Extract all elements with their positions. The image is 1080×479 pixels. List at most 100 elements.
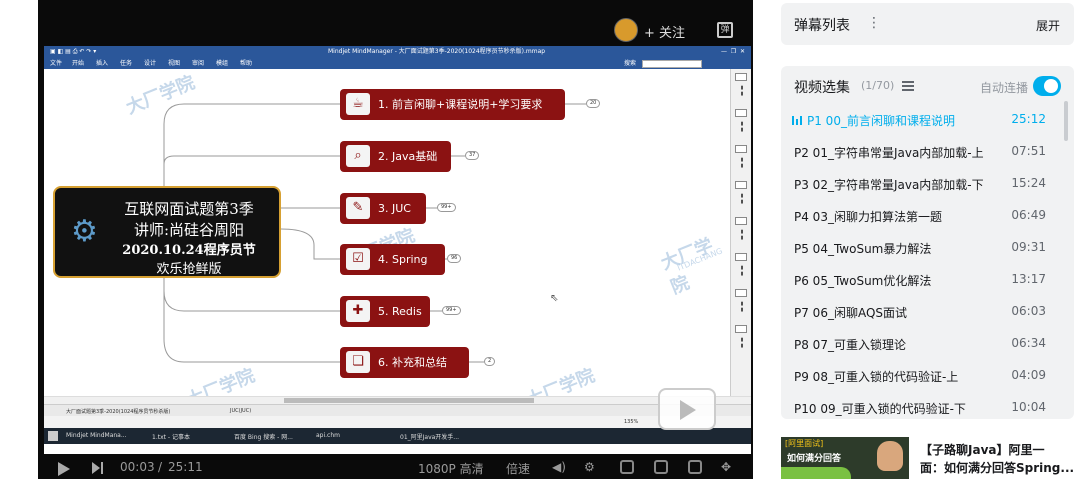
- episode-item[interactable]: P9 08_可重入锁的代码验证-上 04:09: [781, 359, 1074, 391]
- gears-icon: ⚙: [71, 214, 98, 249]
- follow-button[interactable]: + 关注: [644, 22, 685, 41]
- panel-tab-icon: ▮▮: [739, 121, 745, 133]
- episode-item[interactable]: P1 00_前言闲聊和课程说明 25:12: [781, 103, 1074, 135]
- episode-name: P6 05_TwoSum优化解法: [794, 274, 932, 288]
- danmaku-settings-icon[interactable]: 弹: [717, 22, 733, 38]
- mouse-cursor-icon: ⇖: [550, 293, 559, 304]
- settings-gear-icon[interactable]: ⚙: [584, 460, 595, 474]
- document-tab: 大厂面试题第3季-2020(1024程序员节秒杀版): [66, 409, 171, 415]
- autoplay-toggle[interactable]: [1033, 76, 1061, 96]
- danmaku-list-panel[interactable]: 弹幕列表 ⋮ 展开: [781, 3, 1074, 45]
- volume-icon[interactable]: ◀): [552, 460, 566, 474]
- panel-tab-icon: ▮▮: [739, 337, 745, 349]
- episode-item[interactable]: P8 07_可重入锁理论 06:34: [781, 327, 1074, 359]
- topic-label: 6. 补充和总结: [378, 356, 447, 369]
- topic-count-badge: 37: [465, 151, 480, 160]
- taskbar-item: 01_阿里Java开发手...: [400, 434, 460, 441]
- topic-label: 4. Spring: [378, 253, 428, 266]
- scroll-thumb: [284, 398, 534, 403]
- thumbnail-caption: 如何满分回答: [787, 454, 842, 464]
- central-topic: ⚙ 互联网面试题第3季 讲师:尚硅谷周阳 2020.10.24程序员节 欢乐抢鲜…: [53, 186, 281, 278]
- central-topic-edition: 欢乐抢鲜版: [156, 262, 222, 277]
- cup-icon: ☕: [346, 93, 370, 115]
- quality-button[interactable]: 1080P 高清: [418, 460, 484, 477]
- web-fullscreen-icon[interactable]: ✥: [721, 460, 731, 474]
- horizontal-scrollbar: [44, 396, 751, 404]
- checklist-icon: ☑: [346, 248, 370, 270]
- episode-duration: 10:04: [1011, 400, 1046, 414]
- more-options-icon[interactable]: ⋮: [867, 15, 881, 31]
- widescreen-icon[interactable]: [654, 460, 668, 474]
- episode-name: P3 02_字符串常量Java内部加载-下: [794, 178, 984, 192]
- magnifier-icon: ⌕: [346, 145, 370, 167]
- puzzle-icon: ✚: [346, 300, 370, 322]
- player-controls: 00:03 / 25:11 1080P 高清 倍速 ◀) ⚙ ✥: [38, 455, 753, 479]
- episode-duration: 06:03: [1011, 304, 1046, 318]
- episode-duration: 25:12: [1011, 112, 1046, 126]
- search-label: 搜索: [624, 60, 637, 67]
- mindmap-canvas: 大厂学院 大厂学院 ITDACHANG 大厂学院 ITDACHANG 大厂学院 …: [44, 69, 730, 412]
- panel-button-icon: [735, 253, 747, 261]
- ribbon-menu: 文件 开始 插入 任务 设计 视图 审阅 模组 帮助 搜索: [44, 58, 751, 69]
- central-topic-title: 互联网面试题第3季: [124, 200, 254, 218]
- topic-count-badge: 2: [484, 357, 496, 366]
- panel-button-icon: [735, 145, 747, 153]
- notepad-icon: ✎: [346, 197, 370, 219]
- danmaku-toggle-icon[interactable]: [620, 460, 634, 474]
- taskbar-item: 1.txt - 记事本: [152, 434, 190, 441]
- speed-button[interactable]: 倍速: [506, 460, 530, 477]
- episode-item[interactable]: P7 06_闲聊AQS面试 06:03: [781, 295, 1074, 327]
- topic-2: ⌕ 2. Java基础: [340, 141, 451, 172]
- list-view-icon[interactable]: [902, 81, 914, 91]
- recommended-title[interactable]: 【子路聊Java】阿里一: [920, 441, 1044, 458]
- menu-task: 任务: [120, 60, 133, 67]
- episode-item[interactable]: P4 03_闲聊力扣算法第一题 06:49: [781, 199, 1074, 231]
- episode-item[interactable]: P2 01_字符串常量Java内部加载-上 07:51: [781, 135, 1074, 167]
- topic-label: 2. Java基础: [378, 150, 438, 163]
- recommended-thumbnail[interactable]: [阿里面试] 如何满分回答: [781, 437, 909, 479]
- video-frame: ▣ ◧ ▤ ⎙ ↶ ↷ ▾ Mindjet MindManager - 大厂面试…: [44, 46, 751, 454]
- episode-item[interactable]: P5 04_TwoSum暴力解法 09:31: [781, 231, 1074, 263]
- episode-item[interactable]: P3 02_字符串常量Java内部加载-下 15:24: [781, 167, 1074, 199]
- uploader-avatar[interactable]: [614, 18, 638, 42]
- next-episode-icon[interactable]: [92, 462, 100, 474]
- episode-name: P5 04_TwoSum暴力解法: [794, 242, 932, 256]
- topic-3: ✎ 3. JUC: [340, 193, 426, 224]
- panel-tab-icon: ▮▮: [739, 85, 745, 97]
- search-input: [642, 60, 702, 68]
- expand-button[interactable]: 展开: [1036, 17, 1060, 34]
- autoplay-label: 自动连播: [980, 81, 1029, 95]
- menu-module: 模组: [216, 60, 229, 67]
- panel-button-icon: [735, 289, 747, 297]
- panel-tab-icon: ▮▮: [739, 193, 745, 205]
- play-icon[interactable]: [58, 462, 70, 476]
- episode-duration: 13:17: [1011, 272, 1046, 286]
- spring-logo-icon: [781, 467, 851, 479]
- panel-button-icon: [735, 325, 747, 333]
- topic-label: 3. JUC: [378, 202, 411, 215]
- menu-insert: 插入: [96, 60, 109, 67]
- time-separator: /: [158, 460, 163, 474]
- episode-duration: 06:34: [1011, 336, 1046, 350]
- fullscreen-icon[interactable]: [688, 460, 702, 474]
- topic-count-badge: 96: [447, 254, 462, 263]
- player-top-bar: + 关注 弹: [38, 0, 753, 46]
- video-player[interactable]: + 关注 弹 ▣ ◧ ▤ ⎙ ↶ ↷ ▾ Mindjet MindManager…: [38, 0, 753, 479]
- panel-tab-icon: ▮▮: [739, 301, 745, 313]
- menu-help: 帮助: [240, 60, 253, 67]
- episode-duration: 06:49: [1011, 208, 1046, 222]
- menu-design: 设计: [144, 60, 157, 67]
- menu-file: 文件: [50, 60, 63, 67]
- zoom-level: 135%: [624, 419, 639, 425]
- episode-item[interactable]: P10 09_可重入锁的代码验证-下 10:04: [781, 391, 1074, 419]
- window-title: Mindjet MindManager - 大厂面试题第3季-2020(1024…: [328, 48, 546, 55]
- topic-6: ❏ 6. 补充和总结: [340, 347, 469, 378]
- windows-start-icon: [48, 431, 58, 441]
- panel-tab-icon: ▮▮: [739, 229, 745, 241]
- recommended-title[interactable]: 面：如何满分回答Spring...: [920, 459, 1074, 476]
- episode-item[interactable]: P6 05_TwoSum优化解法 13:17: [781, 263, 1074, 295]
- panel-button-icon: [735, 181, 747, 189]
- recommended-video[interactable]: [阿里面试] 如何满分回答 【子路聊Java】阿里一 面：如何满分回答Sprin…: [781, 437, 1074, 479]
- time-current: 00:03: [120, 460, 155, 474]
- menu-review: 审阅: [192, 60, 205, 67]
